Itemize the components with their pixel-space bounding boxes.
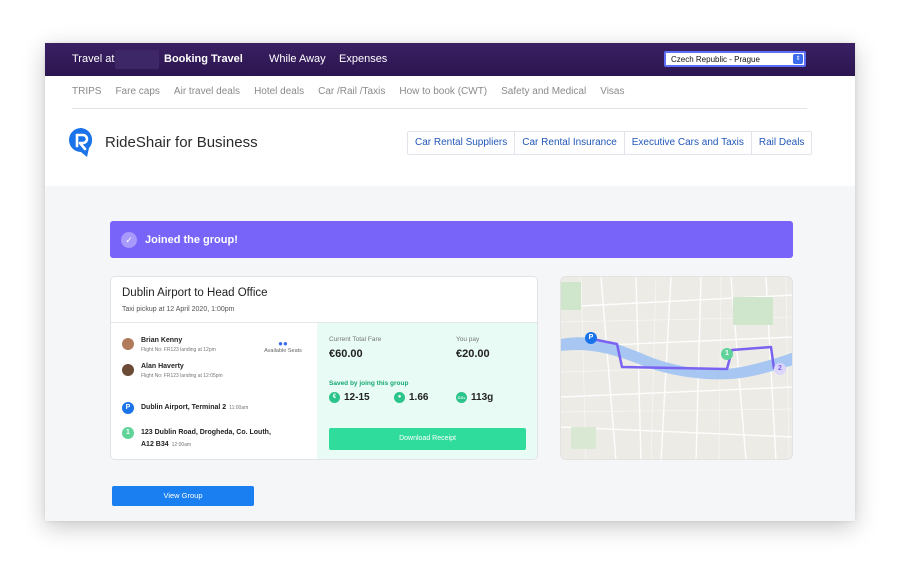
- current-fare-label: Current Total Fare: [329, 336, 382, 343]
- co2-icon: CO₂: [456, 392, 467, 403]
- secondary-navigation: TRIPS Fare caps Air travel deals Hotel d…: [72, 86, 638, 97]
- subnav-safety-medical[interactable]: Safety and Medical: [501, 86, 586, 97]
- pickup-time: 11:00am: [229, 405, 249, 411]
- passenger-flight-info: Flight No: FR123 landing at 12:05pm: [141, 373, 223, 379]
- dropoff-address-line2: A12 B34 12:00am: [141, 441, 191, 448]
- trip-card: Dublin Airport to Head Office Taxi picku…: [110, 276, 538, 460]
- link-car-rental-suppliers[interactable]: Car Rental Suppliers: [408, 132, 516, 154]
- people-icon: ●●: [278, 339, 288, 348]
- chevron-updown-icon: ⇕: [793, 54, 803, 64]
- savings-fuel: ● 1.66: [394, 392, 428, 403]
- brand-name: RideShair for Business: [105, 134, 258, 151]
- avatar: [122, 338, 134, 350]
- subnav-hotel-deals[interactable]: Hotel deals: [254, 86, 304, 97]
- top-navigation-bar: Travel at Booking Travel While Away Expe…: [45, 43, 855, 76]
- current-fare-value: €60.00: [329, 348, 363, 360]
- link-rail-deals[interactable]: Rail Deals: [752, 132, 812, 154]
- dropoff-address-line1: 123 Dublin Road, Drogheda, Co. Louth,: [141, 429, 271, 436]
- banner-text: Joined the group!: [145, 234, 238, 246]
- pickup-address: Dublin Airport, Terminal 2 11:00am: [141, 404, 248, 411]
- dropoff-marker-icon: 1: [122, 427, 134, 439]
- savings-money: €12-15: [329, 392, 370, 403]
- nav-booking-travel[interactable]: Booking Travel: [164, 53, 243, 65]
- passenger-name: Brian Kenny: [141, 337, 183, 344]
- drop-icon: ●: [394, 392, 405, 403]
- subnav-how-to-book[interactable]: How to book (CWT): [399, 86, 487, 97]
- rideshair-logo-icon: [69, 128, 93, 157]
- pickup-address-text: Dublin Airport, Terminal 2: [141, 404, 227, 411]
- savings-co2: CO₂ 113g: [456, 392, 493, 403]
- subnav-fare-caps[interactable]: Fare caps: [115, 86, 159, 97]
- savings-money-value: 12-15: [344, 392, 370, 403]
- link-car-rental-insurance[interactable]: Car Rental Insurance: [515, 132, 625, 154]
- map-stop-marker-icon[interactable]: 1: [721, 348, 733, 360]
- partner-links: Car Rental Suppliers Car Rental Insuranc…: [407, 131, 813, 155]
- redacted-company-name: [115, 50, 159, 69]
- savings-label: Saved by joing this group: [329, 380, 409, 387]
- dropoff-postcode: A12 B34: [141, 441, 169, 448]
- nav-expenses[interactable]: Expenses: [339, 53, 387, 65]
- joined-group-banner: ✓ Joined the group!: [110, 221, 793, 258]
- map-canvas: [561, 277, 792, 459]
- trip-subtitle: Taxi pickup at 12 April 2020, 1:00pm: [122, 306, 235, 313]
- divider: [72, 108, 807, 109]
- subnav-air-travel-deals[interactable]: Air travel deals: [174, 86, 240, 97]
- download-receipt-button[interactable]: Download Receipt: [329, 428, 526, 450]
- pickup-marker-icon: P: [122, 402, 134, 414]
- map-pickup-marker-icon[interactable]: P: [585, 332, 597, 344]
- subnav-car-rail-taxis[interactable]: Car /Rail /Taxis: [318, 86, 385, 97]
- header-section: TRIPS Fare caps Air travel deals Hotel d…: [45, 76, 855, 186]
- passenger-name: Alan Haverty: [141, 363, 184, 370]
- route-map[interactable]: P 1 2: [560, 276, 793, 460]
- trip-details: Brian Kenny Flight No: FR123 landing at …: [111, 323, 317, 459]
- subnav-visas[interactable]: Visas: [600, 86, 624, 97]
- view-group-button[interactable]: View Group: [112, 486, 254, 506]
- nav-travel-at[interactable]: Travel at: [72, 53, 114, 65]
- euro-icon: €: [329, 392, 340, 403]
- location-select[interactable]: Czech Republic - Prague ⇕: [664, 51, 806, 67]
- link-executive-cars-taxis[interactable]: Executive Cars and Taxis: [625, 132, 752, 154]
- passenger-flight-info: Flight No: FR123 landing at 12pm: [141, 347, 216, 353]
- available-seats-label: Available Seats: [264, 348, 302, 354]
- fare-panel: Current Total Fare €60.00 You pay €20.00…: [317, 323, 537, 459]
- map-stop2-marker-icon[interactable]: 2: [774, 363, 786, 375]
- browser-frame: Travel at Booking Travel While Away Expe…: [45, 43, 855, 521]
- savings-fuel-value: 1.66: [409, 392, 429, 403]
- nav-while-away[interactable]: While Away: [269, 53, 326, 65]
- location-select-value: Czech Republic - Prague: [671, 55, 760, 64]
- you-pay-value: €20.00: [456, 348, 490, 360]
- check-icon: ✓: [121, 232, 137, 248]
- savings-co2-value: 113g: [471, 392, 494, 403]
- available-seats: ●● Available Seats: [261, 339, 305, 355]
- dropoff-time: 12:00am: [171, 442, 192, 448]
- avatar: [122, 364, 134, 376]
- you-pay-label: You pay: [456, 336, 480, 343]
- subnav-trips[interactable]: TRIPS: [72, 86, 101, 97]
- trip-title: Dublin Airport to Head Office: [122, 287, 268, 299]
